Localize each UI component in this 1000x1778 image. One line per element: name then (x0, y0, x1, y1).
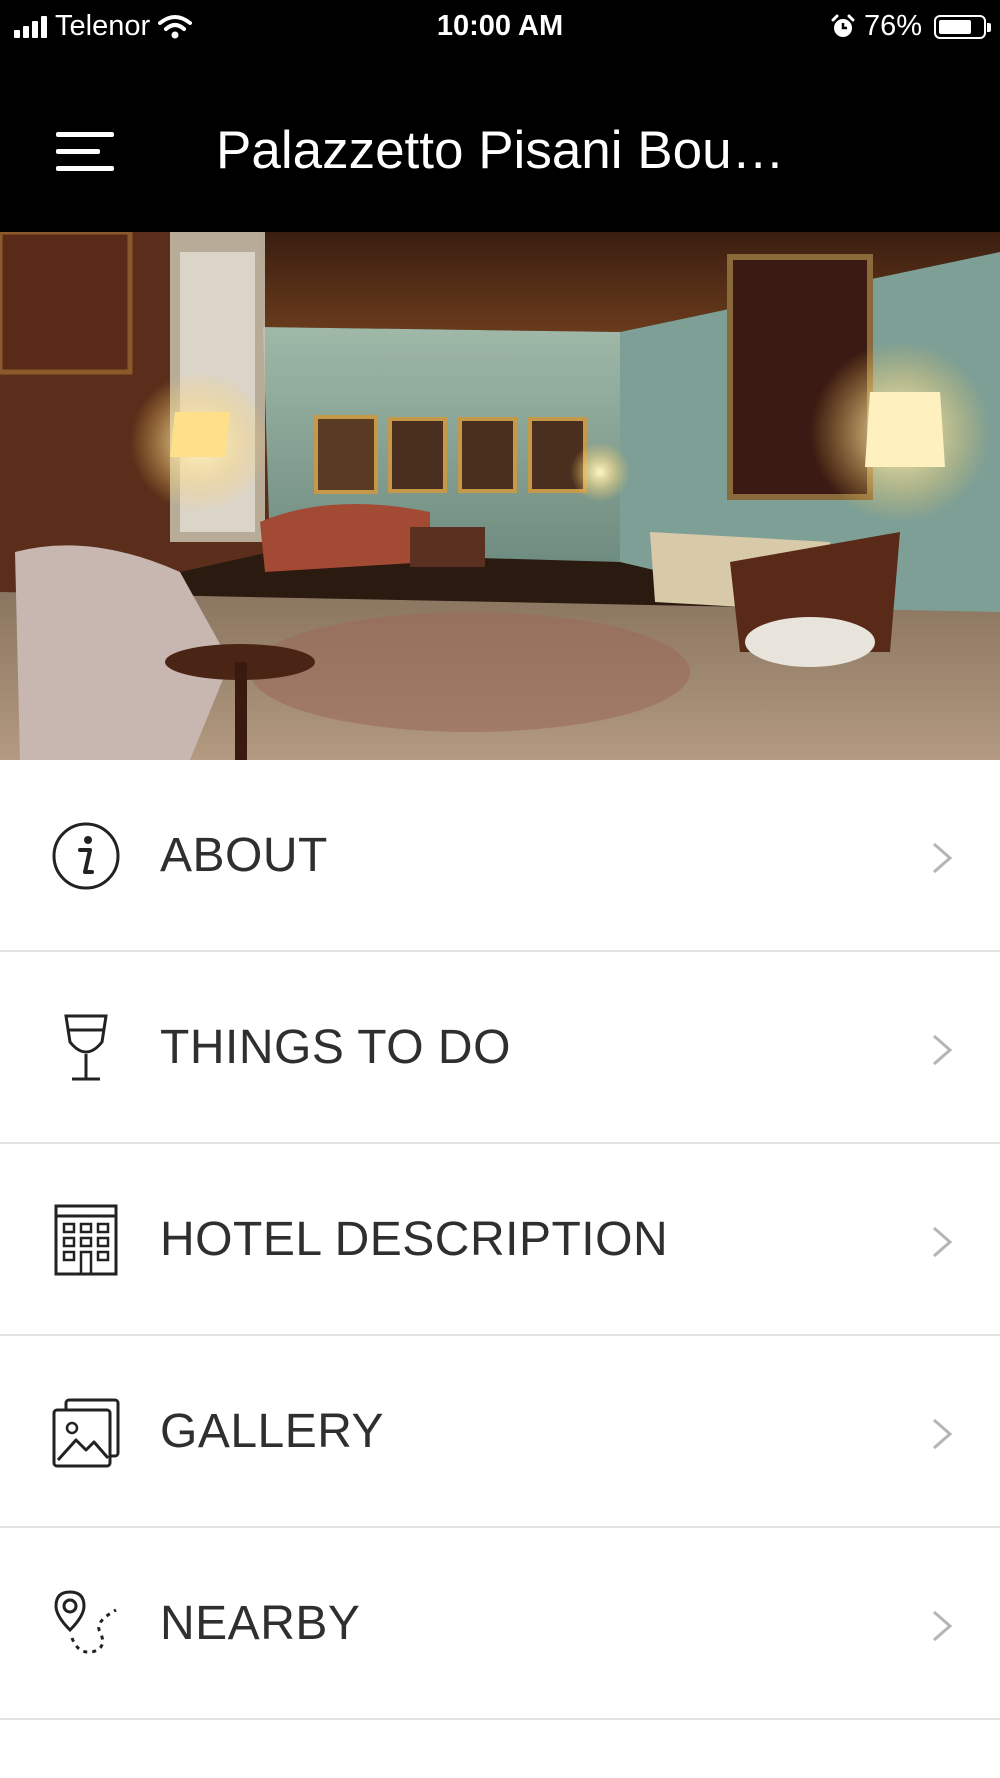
battery-icon (934, 14, 991, 39)
alarm-icon (831, 14, 855, 37)
page-title: Palazzetto Pisani Bou… (216, 121, 785, 180)
chevron-right-icon (933, 1034, 953, 1066)
chevron-right-icon (933, 1610, 953, 1642)
menu-item-gallery[interactable]: GALLERY (0, 1336, 1000, 1528)
hamburger-menu-button[interactable] (56, 132, 114, 172)
menu-item-label: NEARBY (160, 1597, 361, 1650)
gallery-icon (52, 1398, 120, 1468)
building-icon (54, 1204, 118, 1276)
status-right: 76% (830, 10, 991, 43)
battery-percent: 76% (863, 10, 922, 42)
menu-item-hotel-description[interactable]: HOTEL DESCRIPTION (0, 1144, 1000, 1336)
menu-item-things-to-do[interactable]: THINGS TO DO (0, 952, 1000, 1144)
hotel-parlor-image (0, 232, 1000, 760)
chevron-right-icon (933, 842, 953, 874)
main-menu-list: ABOUT THINGS TO DO HOTEL DESCRIPTION GAL… (0, 760, 1000, 1720)
app-header: Palazzetto Pisani Bou… (0, 52, 1000, 232)
menu-item-nearby[interactable]: NEARBY (0, 1528, 1000, 1720)
menu-item-label: GALLERY (160, 1405, 385, 1458)
menu-item-label: HOTEL DESCRIPTION (160, 1213, 669, 1266)
chevron-right-icon (933, 1226, 953, 1258)
status-bar: Telenor 10:00 AM 76% (0, 0, 1000, 52)
info-icon (52, 822, 120, 890)
menu-item-label: ABOUT (160, 829, 328, 882)
menu-item-label: THINGS TO DO (160, 1021, 511, 1074)
menu-item-about[interactable]: ABOUT (0, 760, 1000, 952)
chevron-right-icon (933, 1418, 953, 1450)
map-pin-route-icon (54, 1590, 117, 1654)
wine-glass-icon (64, 1014, 108, 1081)
hero-image (0, 232, 1000, 760)
